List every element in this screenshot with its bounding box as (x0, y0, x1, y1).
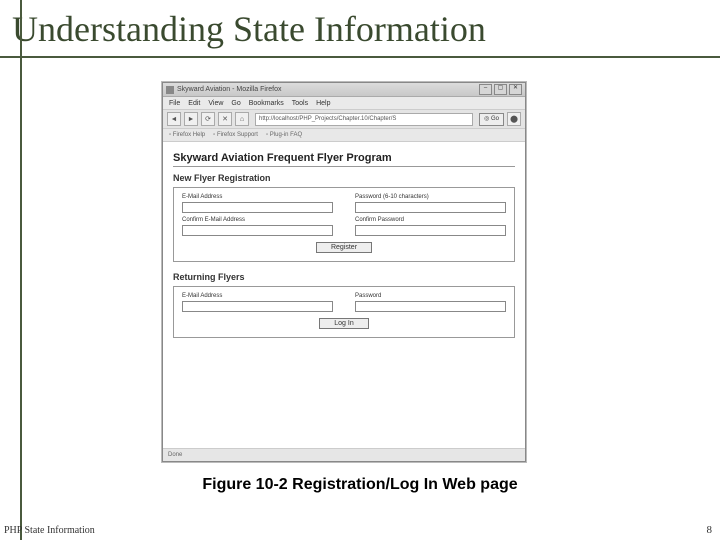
bookmarks-bar: Firefox Help Firefox Support Plug-in FAQ (163, 129, 525, 142)
page-content: Skyward Aviation Frequent Flyer Program … (163, 142, 525, 452)
go-button[interactable]: ◎ Go (479, 113, 504, 126)
throbber-icon: ⬤ (507, 112, 521, 126)
login-button[interactable]: Log In (319, 318, 368, 329)
back-button[interactable]: ◄ (167, 112, 181, 126)
input-password-new[interactable] (355, 202, 506, 213)
vertical-rule (20, 0, 22, 540)
login-form: E-Mail Address Password Log In (173, 286, 515, 338)
label-login-password: Password (355, 293, 506, 299)
menu-bookmarks[interactable]: Bookmarks (249, 100, 284, 107)
stop-button[interactable]: ✕ (218, 112, 232, 126)
close-button[interactable]: ✕ (509, 84, 522, 95)
app-icon (166, 86, 174, 94)
page-number: 8 (707, 524, 713, 536)
bookmark-firefox-help[interactable]: Firefox Help (169, 132, 205, 138)
footer-left: PHP State Information (4, 525, 95, 536)
bookmark-plugin-faq[interactable]: Plug-in FAQ (266, 132, 302, 138)
horizontal-rule (0, 56, 720, 58)
toolbar: ◄ ► ⟳ ✕ ⌂ http://localhost/PHP_Projects/… (163, 110, 525, 129)
bookmark-firefox-support[interactable]: Firefox Support (213, 132, 258, 138)
label-confirm-password: Confirm Password (355, 217, 506, 223)
input-login-email[interactable] (182, 301, 333, 312)
registration-form: E-Mail Address Password (6-10 characters… (173, 187, 515, 262)
input-confirm-email[interactable] (182, 225, 333, 236)
titlebar: Skyward Aviation - Mozilla Firefox – ▢ ✕ (163, 83, 525, 97)
page-heading: Skyward Aviation Frequent Flyer Program (173, 152, 515, 164)
label-password-new: Password (6-10 characters) (355, 194, 506, 200)
menu-go[interactable]: Go (231, 100, 240, 107)
figure-caption: Figure 10-2 Registration/Log In Web page (0, 476, 720, 494)
menu-edit[interactable]: Edit (188, 100, 200, 107)
menu-file[interactable]: File (169, 100, 180, 107)
minimize-button[interactable]: – (479, 84, 492, 95)
reload-button[interactable]: ⟳ (201, 112, 215, 126)
statusbar: Done (163, 448, 525, 461)
menu-view[interactable]: View (208, 100, 223, 107)
home-button[interactable]: ⌂ (235, 112, 249, 126)
slide-title: Understanding State Information (12, 8, 708, 50)
window-title: Skyward Aviation - Mozilla Firefox (177, 86, 479, 93)
heading-divider (173, 166, 515, 167)
input-email[interactable] (182, 202, 333, 213)
label-confirm-email: Confirm E-Mail Address (182, 217, 333, 223)
label-email: E-Mail Address (182, 194, 333, 200)
maximize-button[interactable]: ▢ (494, 84, 507, 95)
input-login-password[interactable] (355, 301, 506, 312)
section-new-flyer: New Flyer Registration (173, 173, 515, 183)
browser-window: Skyward Aviation - Mozilla Firefox – ▢ ✕… (162, 82, 526, 462)
input-confirm-password[interactable] (355, 225, 506, 236)
menubar: File Edit View Go Bookmarks Tools Help (163, 97, 525, 110)
address-bar[interactable]: http://localhost/PHP_Projects/Chapter.10… (255, 113, 473, 126)
menu-tools[interactable]: Tools (292, 100, 308, 107)
label-login-email: E-Mail Address (182, 293, 333, 299)
section-returning-flyers: Returning Flyers (173, 272, 515, 282)
slide: Understanding State Information Skyward … (0, 0, 720, 540)
menu-help[interactable]: Help (316, 100, 330, 107)
forward-button[interactable]: ► (184, 112, 198, 126)
register-button[interactable]: Register (316, 242, 372, 253)
